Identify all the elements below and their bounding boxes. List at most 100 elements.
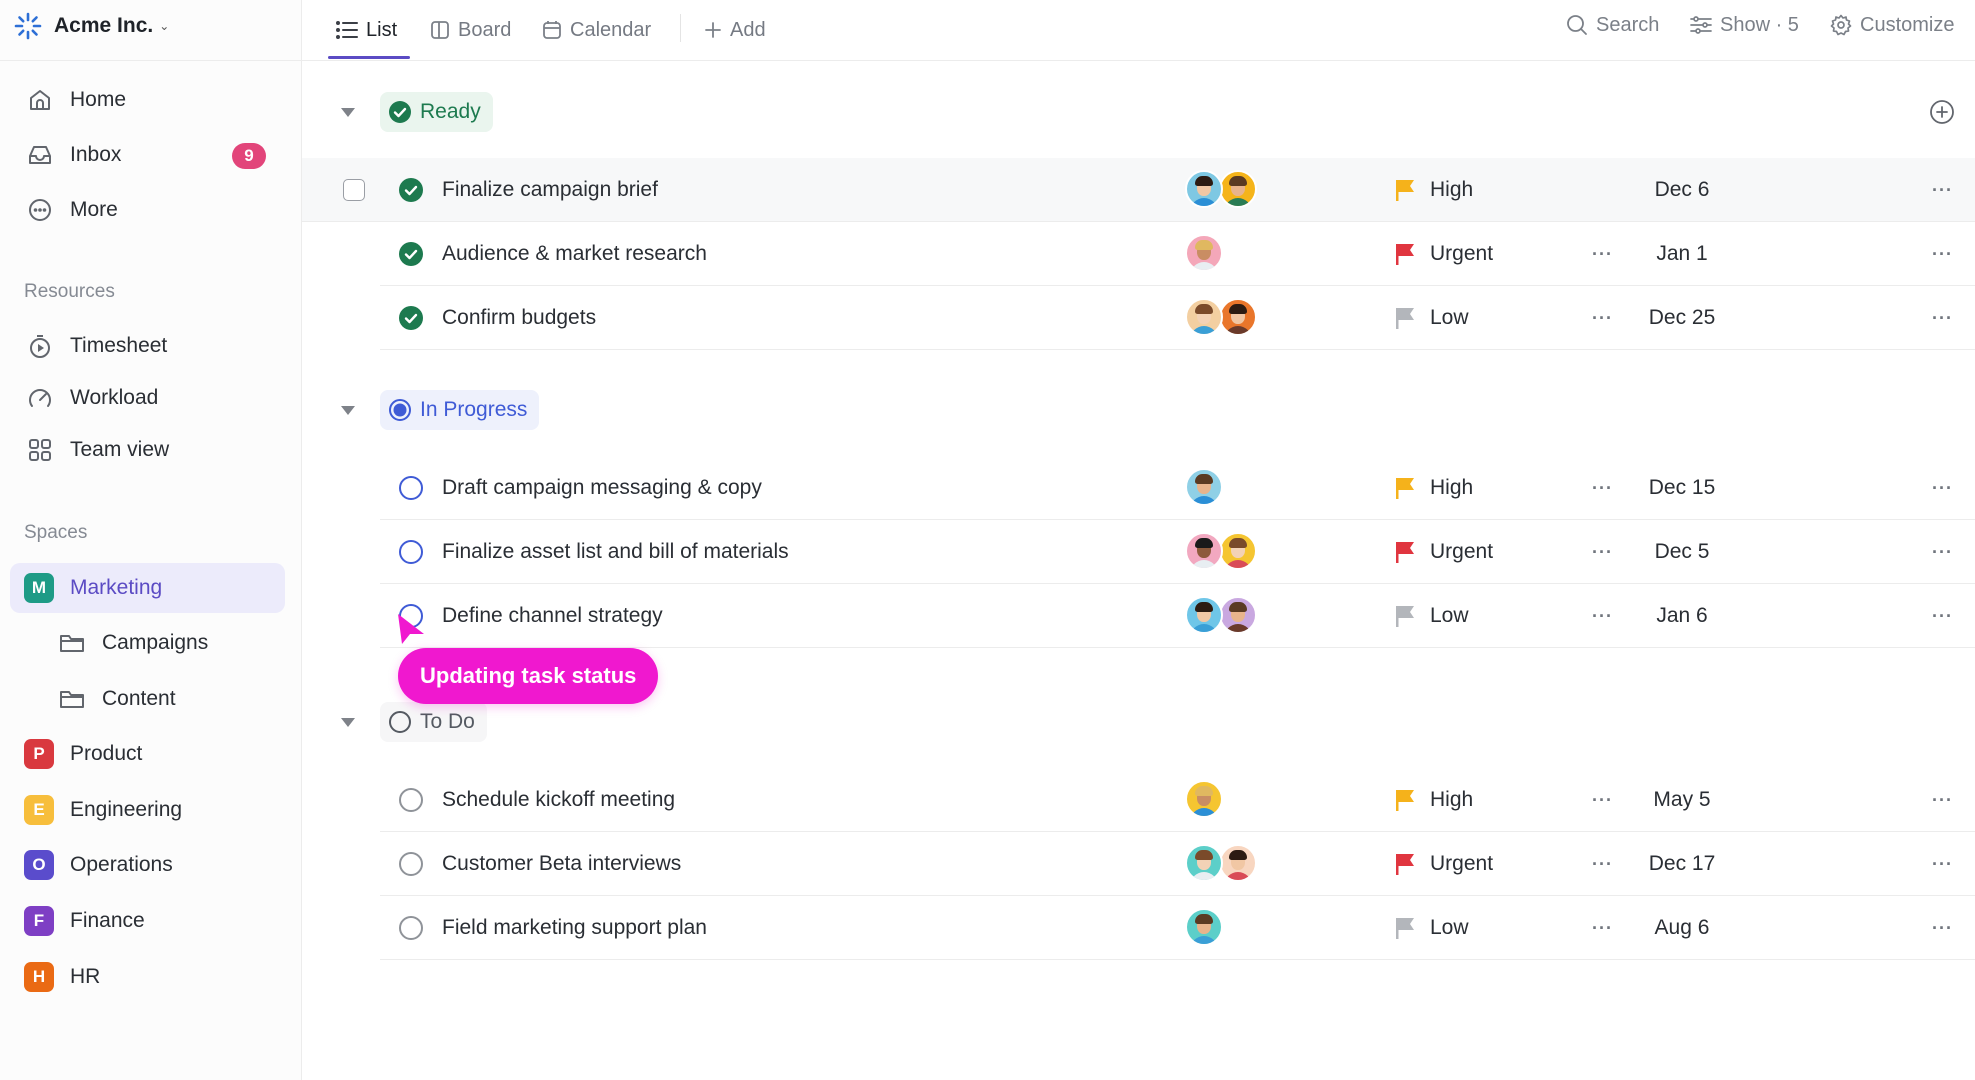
task-row[interactable]: Schedule kickoff meeting High ··· May 5 ···: [380, 768, 1975, 832]
task-priority[interactable]: Urgent: [1430, 520, 1493, 584]
task-actions-icon[interactable]: ···: [1932, 158, 1953, 222]
task-status-button[interactable]: [398, 539, 424, 565]
more-fields-icon[interactable]: ···: [1592, 520, 1613, 584]
check-circle-icon[interactable]: [398, 241, 424, 267]
task-row[interactable]: Audience & market research Urgent ··· Jan 1…: [380, 222, 1975, 286]
assignees[interactable]: [1185, 908, 1223, 948]
task-row[interactable]: Customer Beta interviews Urgent ··· Dec 17 ·…: [380, 832, 1975, 896]
task-due-date[interactable]: Dec 25: [1620, 286, 1744, 350]
sidebar-space-operations[interactable]: O Operations: [10, 841, 285, 889]
customize-button[interactable]: Customize: [1830, 0, 1954, 50]
collapse-group-toggle[interactable]: [341, 718, 355, 727]
more-fields-icon[interactable]: ···: [1592, 768, 1613, 832]
task-row[interactable]: Define channel strategy Low ··· Jan 6 ···: [380, 584, 1975, 648]
empty-circle-icon[interactable]: [398, 915, 424, 941]
assignees[interactable]: [1185, 780, 1223, 820]
task-priority[interactable]: High: [1430, 456, 1473, 520]
task-status-button[interactable]: [398, 851, 424, 877]
task-row[interactable]: Finalize asset list and bill of material…: [380, 520, 1975, 584]
sidebar-item-team-view[interactable]: Team view: [10, 426, 285, 474]
assignees[interactable]: [1185, 468, 1223, 508]
sidebar-item-home[interactable]: Home: [10, 76, 285, 124]
sidebar-space-finance[interactable]: F Finance: [10, 897, 285, 945]
task-row[interactable]: Draft campaign messaging & copy High ··· De…: [380, 456, 1975, 520]
task-title[interactable]: Finalize asset list and bill of material…: [442, 520, 789, 584]
assignees[interactable]: [1185, 234, 1223, 274]
search-button[interactable]: Search: [1566, 0, 1659, 50]
tab-calendar[interactable]: Calendar: [542, 0, 651, 60]
sidebar-item-workload[interactable]: Workload: [10, 374, 285, 422]
task-title[interactable]: Confirm budgets: [442, 286, 596, 350]
tab-board[interactable]: Board: [430, 0, 511, 60]
sidebar-space-hr[interactable]: H HR: [10, 953, 285, 1001]
task-due-date[interactable]: May 5: [1620, 768, 1744, 832]
task-title[interactable]: Field marketing support plan: [442, 896, 707, 960]
task-status-button[interactable]: [398, 177, 424, 203]
sidebar-item-inbox[interactable]: Inbox 9: [10, 131, 285, 179]
collapse-group-toggle[interactable]: [341, 406, 355, 415]
more-fields-icon[interactable]: ···: [1592, 832, 1613, 896]
sidebar-item-more[interactable]: More: [10, 186, 285, 234]
sidebar-space-marketing[interactable]: M Marketing: [10, 563, 285, 613]
task-title[interactable]: Audience & market research: [442, 222, 707, 286]
tab-list[interactable]: List: [336, 0, 397, 60]
task-row[interactable]: Finalize campaign brief High Dec 6 ···: [302, 158, 1975, 222]
assignees[interactable]: [1185, 844, 1257, 884]
more-fields-icon[interactable]: ···: [1592, 896, 1613, 960]
task-priority[interactable]: Low: [1430, 896, 1469, 960]
more-fields-icon[interactable]: ···: [1592, 584, 1613, 648]
sidebar-item-timesheet[interactable]: Timesheet: [10, 322, 285, 370]
task-title[interactable]: Schedule kickoff meeting: [442, 768, 675, 832]
collapse-group-toggle[interactable]: [341, 108, 355, 117]
empty-circle-icon[interactable]: [398, 787, 424, 813]
task-status-button[interactable]: [398, 475, 424, 501]
check-circle-icon[interactable]: [398, 177, 424, 203]
task-due-date[interactable]: Dec 15: [1620, 456, 1744, 520]
task-status-button[interactable]: [398, 305, 424, 331]
add-view-button[interactable]: Add: [704, 0, 766, 60]
task-due-date[interactable]: Dec 17: [1620, 832, 1744, 896]
task-status-button[interactable]: [398, 241, 424, 267]
group-header-ready[interactable]: Ready: [380, 92, 493, 132]
empty-circle-icon[interactable]: [398, 851, 424, 877]
task-due-date[interactable]: Jan 6: [1620, 584, 1744, 648]
task-actions-icon[interactable]: ···: [1932, 584, 1953, 648]
task-due-date[interactable]: Dec 6: [1620, 158, 1744, 222]
in-progress-circle-icon[interactable]: [398, 475, 424, 501]
task-row[interactable]: Field marketing support plan Low ··· Aug 6 ·…: [380, 896, 1975, 960]
more-fields-icon[interactable]: ···: [1592, 222, 1613, 286]
add-column-icon[interactable]: [1929, 99, 1955, 125]
check-circle-icon[interactable]: [398, 305, 424, 331]
task-title[interactable]: Finalize campaign brief: [442, 158, 658, 222]
task-actions-icon[interactable]: ···: [1932, 520, 1953, 584]
assignees[interactable]: [1185, 170, 1257, 210]
workspace-switcher[interactable]: Acme Inc. ⌄: [14, 8, 169, 44]
task-priority[interactable]: Urgent: [1430, 832, 1493, 896]
group-header-in-progress[interactable]: In Progress: [380, 390, 540, 430]
task-priority[interactable]: High: [1430, 768, 1473, 832]
select-task-checkbox[interactable]: [343, 179, 365, 201]
task-due-date[interactable]: Dec 5: [1620, 520, 1744, 584]
assignees[interactable]: [1185, 532, 1257, 572]
sidebar-folder-campaigns[interactable]: Campaigns: [10, 619, 285, 667]
task-title[interactable]: Customer Beta interviews: [442, 832, 681, 896]
more-fields-icon[interactable]: ···: [1592, 286, 1613, 350]
task-actions-icon[interactable]: ···: [1932, 896, 1953, 960]
sidebar-folder-content[interactable]: Content: [10, 675, 285, 723]
task-priority[interactable]: Low: [1430, 584, 1469, 648]
more-fields-icon[interactable]: ···: [1592, 456, 1613, 520]
task-due-date[interactable]: Jan 1: [1620, 222, 1744, 286]
task-title[interactable]: Draft campaign messaging & copy: [442, 456, 762, 520]
task-row[interactable]: Confirm budgets Low ··· Dec 25 ···: [380, 286, 1975, 350]
assignees[interactable]: [1185, 596, 1257, 636]
show-fields-button[interactable]: Show · 5: [1690, 0, 1799, 50]
task-status-button[interactable]: [398, 787, 424, 813]
task-status-button[interactable]: [398, 915, 424, 941]
task-actions-icon[interactable]: ···: [1932, 456, 1953, 520]
task-priority[interactable]: Urgent: [1430, 222, 1493, 286]
task-actions-icon[interactable]: ···: [1932, 286, 1953, 350]
task-actions-icon[interactable]: ···: [1932, 222, 1953, 286]
task-actions-icon[interactable]: ···: [1932, 832, 1953, 896]
in-progress-circle-icon[interactable]: [398, 539, 424, 565]
sidebar-space-product[interactable]: P Product: [10, 730, 285, 778]
